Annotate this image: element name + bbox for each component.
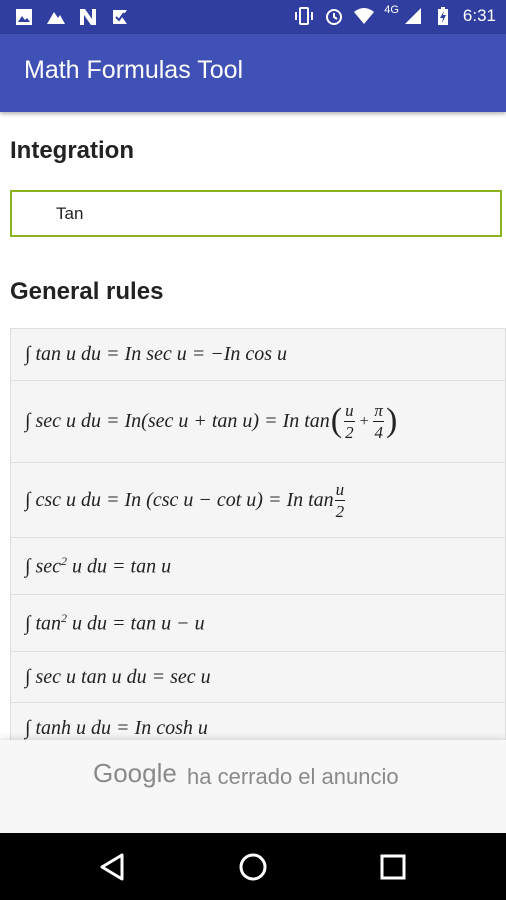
formula-text: ∫ sec2 u du = tan u <box>25 554 171 579</box>
fraction-pi-over-4: π 4 <box>373 402 384 441</box>
fraction-denominator: 2 <box>345 423 354 442</box>
n-icon <box>80 9 96 25</box>
search-input[interactable] <box>56 202 476 226</box>
formula-row-sec[interactable]: ∫ sec u du = In(sec u + tan u) = In tan … <box>10 380 506 462</box>
clock: 6:31 <box>462 6 496 25</box>
fraction-numerator: u <box>344 401 355 422</box>
close-paren: ) <box>385 401 398 439</box>
image-icon <box>16 9 32 25</box>
ad-banner: Google ha cerrado el anuncio <box>0 740 506 833</box>
google-logo: Google <box>93 758 177 788</box>
formula-row-sec-squared[interactable]: ∫ sec2 u du = tan u <box>10 537 506 594</box>
back-icon[interactable] <box>94 847 134 887</box>
formula-list: ∫ tan u du = In sec u = −In cos u ∫ sec … <box>10 328 506 753</box>
formula-text: ∫ tan u du = In sec u = −In cos u <box>25 343 288 365</box>
formula-row-tan[interactable]: ∫ tan u du = In sec u = −In cos u <box>10 328 506 380</box>
fraction-u-over-2: u 2 <box>334 479 346 521</box>
fraction-denominator: 4 <box>374 423 383 442</box>
app-title: Math Formulas Tool <box>24 56 244 84</box>
formula-row-csc[interactable]: ∫ csc u du = In (csc u − cot u) = In tan… <box>10 462 506 537</box>
general-rules-heading: General rules <box>10 278 164 305</box>
formula-part: u du = tan u <box>67 555 172 578</box>
formula-text: ∫ tan2 u du = tan u − u <box>25 611 205 636</box>
status-notifications <box>14 7 130 27</box>
check-icon <box>113 10 127 24</box>
status-bar: 4G 6:31 <box>0 0 506 34</box>
ad-closed-message: ha cerrado el anuncio <box>187 764 399 789</box>
formula-prefix: ∫ csc u du = In (csc u − cot u) = In tan <box>25 488 334 511</box>
search-box[interactable] <box>10 190 502 237</box>
mountain-icon <box>47 12 65 24</box>
app-bar: Math Formulas Tool <box>0 34 506 112</box>
wifi-icon <box>354 8 375 24</box>
recents-icon[interactable] <box>373 847 413 887</box>
alarm-icon <box>326 9 343 25</box>
battery-icon <box>437 7 448 25</box>
formula-row-sec-tan[interactable]: ∫ sec u tan u du = sec u <box>10 651 506 702</box>
formula-part: ∫ tan <box>25 612 62 635</box>
status-system: 4G 6:31 <box>294 4 496 26</box>
formula-part: ∫ sec <box>25 555 62 578</box>
plus-sign: + <box>358 412 370 430</box>
formula-prefix: ∫ sec u du = In(sec u + tan u) = In tan <box>25 410 330 432</box>
formula-part: u du = tan u − u <box>67 612 205 635</box>
home-icon[interactable] <box>233 847 273 887</box>
signal-icon <box>404 8 421 24</box>
formula-text: ∫ tanh u du = In cosh u <box>25 716 208 739</box>
vibrate-icon <box>295 7 314 25</box>
navigation-bar <box>0 833 506 900</box>
network-type: 4G <box>384 4 399 16</box>
formula-row-tan-squared[interactable]: ∫ tan2 u du = tan u − u <box>10 594 506 651</box>
fraction-numerator: π <box>373 401 384 422</box>
fraction-numerator: u <box>334 479 346 501</box>
fraction-u-over-2: u 2 <box>344 402 355 441</box>
formula-text: ∫ sec u tan u du = sec u <box>25 665 211 688</box>
open-paren: ( <box>330 401 343 439</box>
integration-heading: Integration <box>10 137 134 164</box>
fraction-denominator: 2 <box>335 501 345 521</box>
